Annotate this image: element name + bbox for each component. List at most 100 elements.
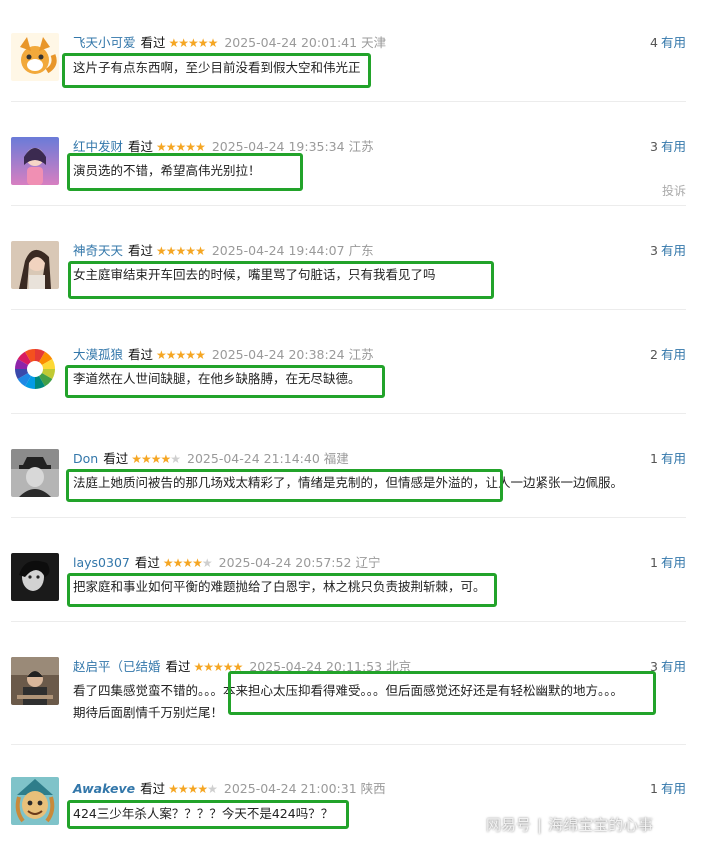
- avatar[interactable]: [11, 33, 59, 81]
- rating-stars: ★★★★★: [162, 556, 213, 570]
- highlight-box: [66, 469, 503, 502]
- review-time: 2025-04-24 19:35:34: [211, 139, 345, 154]
- useful-button[interactable]: 3 有用: [650, 241, 686, 261]
- watched-label: 看过: [128, 139, 154, 154]
- review-text-line2: 期待后面剧情千万别烂尾！: [73, 705, 224, 720]
- username-link[interactable]: 大漠孤狼: [73, 347, 123, 362]
- useful-count: 3: [650, 243, 658, 258]
- avatar[interactable]: [11, 657, 59, 705]
- highlight-box: [68, 261, 494, 299]
- useful-button[interactable]: 1 有用: [650, 779, 686, 799]
- username-link[interactable]: 飞天小可爱: [73, 35, 136, 50]
- star-icon: ★★★★★: [168, 36, 219, 50]
- review-location: 江苏: [348, 139, 374, 154]
- review-location: 天津: [361, 35, 387, 50]
- divider: [11, 309, 686, 310]
- divider: [11, 101, 686, 102]
- useful-button[interactable]: 4 有用: [650, 33, 686, 53]
- watermark-brand: 网易号: [486, 816, 532, 834]
- review-location: 辽宁: [355, 555, 381, 570]
- useful-button[interactable]: 2 有用: [650, 345, 686, 365]
- star-icon: ★★★★★: [156, 244, 206, 258]
- star-icon: ★★★★★: [168, 782, 218, 796]
- useful-count: 1: [650, 451, 658, 466]
- username-link[interactable]: 红中发财: [73, 139, 123, 154]
- avatar[interactable]: [11, 241, 59, 289]
- review-meta: Awakeve 看过 ★★★★★ 2025-04-24 21:00:31 陕西: [73, 779, 386, 799]
- review-time: 2025-04-24 21:00:31: [223, 781, 357, 796]
- divider: [11, 744, 686, 745]
- useful-button[interactable]: 1 有用: [650, 553, 686, 573]
- useful-label: 有用: [660, 451, 686, 466]
- star-icon: ★★★★★: [156, 348, 206, 362]
- highlight-box: [62, 53, 371, 88]
- rating-stars: ★★★★★: [131, 452, 181, 466]
- review-time: 2025-04-24 20:38:24: [211, 347, 345, 362]
- avatar[interactable]: [11, 777, 59, 825]
- review-meta: 大漠孤狼 看过 ★★★★★ 2025-04-24 20:38:24 江苏: [73, 345, 374, 365]
- watched-label: 看过: [140, 781, 166, 796]
- watermark-author: 海绵宝宝的心事: [548, 816, 654, 834]
- useful-button[interactable]: 1 有用: [650, 449, 686, 469]
- avatar[interactable]: [11, 449, 59, 497]
- useful-label: 有用: [660, 139, 686, 154]
- review-meta: Don 看过 ★★★★★ 2025-04-24 21:14:40 福建: [73, 449, 349, 469]
- review-time: 2025-04-24 20:57:52: [218, 555, 352, 570]
- review-time: 2025-04-24 20:01:41: [224, 35, 358, 50]
- username-link[interactable]: 神奇天天: [73, 243, 123, 258]
- useful-label: 有用: [660, 35, 686, 50]
- watched-label: 看过: [134, 555, 160, 570]
- review-location: 陕西: [360, 781, 386, 796]
- username-link[interactable]: lays0307: [73, 555, 130, 570]
- useful-label: 有用: [660, 347, 686, 362]
- watched-label: 看过: [128, 347, 154, 362]
- avatar[interactable]: [11, 553, 59, 601]
- rating-stars: ★★★★★: [168, 782, 218, 796]
- review-location: 江苏: [348, 347, 374, 362]
- star-icon: ★★★★★: [131, 452, 181, 466]
- highlight-box: [67, 573, 497, 607]
- rating-stars: ★★★★★: [156, 348, 206, 362]
- divider: [11, 205, 686, 206]
- watermark-separator: |: [537, 816, 543, 834]
- useful-count: 3: [650, 139, 658, 154]
- useful-button[interactable]: 3 有用: [650, 137, 686, 157]
- review-time: 2025-04-24 21:14:40: [187, 451, 320, 466]
- review-meta: 神奇天天 看过 ★★★★★ 2025-04-24 19:44:07 广东: [73, 241, 374, 261]
- useful-count: 1: [650, 781, 658, 796]
- watched-label: 看过: [103, 451, 129, 466]
- highlight-box: [228, 671, 656, 715]
- avatar[interactable]: [11, 345, 59, 393]
- divider: [11, 517, 686, 518]
- useful-label: 有用: [660, 659, 686, 674]
- avatar[interactable]: [11, 137, 59, 185]
- highlight-box: [65, 365, 385, 398]
- report-link[interactable]: 投诉: [662, 182, 686, 199]
- highlight-box: [67, 153, 303, 191]
- review-meta: lays0307 看过 ★★★★★ 2025-04-24 20:57:52 辽宁: [73, 553, 380, 573]
- username-link[interactable]: 赵启平（已结婚: [73, 659, 161, 674]
- review-location: 福建: [323, 451, 349, 466]
- rating-stars: ★★★★★: [156, 140, 206, 154]
- divider: [11, 621, 686, 622]
- review-meta: 飞天小可爱 看过 ★★★★★ 2025-04-24 20:01:41 天津: [73, 33, 386, 53]
- review-location: 广东: [348, 243, 374, 258]
- watched-label: 看过: [165, 659, 191, 674]
- divider: [11, 413, 686, 414]
- watched-label: 看过: [128, 243, 154, 258]
- watched-label: 看过: [140, 35, 166, 50]
- useful-label: 有用: [660, 243, 686, 258]
- useful-count: 2: [650, 347, 658, 362]
- username-link[interactable]: Awakeve: [73, 781, 135, 796]
- star-icon: ★★★★★: [162, 556, 213, 570]
- rating-stars: ★★★★★: [156, 244, 206, 258]
- username-link[interactable]: Don: [73, 451, 98, 466]
- highlight-box: [67, 800, 349, 829]
- useful-label: 有用: [660, 555, 686, 570]
- star-icon: ★★★★★: [156, 140, 206, 154]
- useful-count: 4: [650, 35, 658, 50]
- useful-count: 1: [650, 555, 658, 570]
- review-time: 2025-04-24 19:44:07: [211, 243, 345, 258]
- useful-label: 有用: [660, 781, 686, 796]
- watermark: 网易号 | 海绵宝宝的心事: [486, 814, 653, 835]
